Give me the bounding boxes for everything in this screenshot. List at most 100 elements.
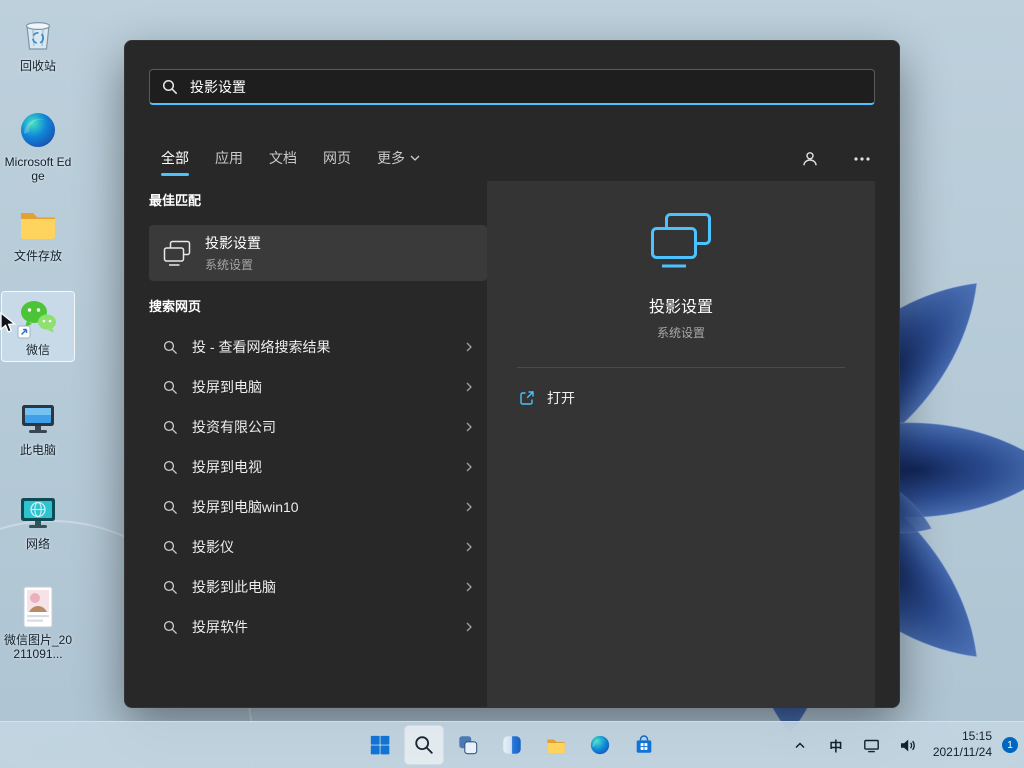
- best-match-subtitle: 系统设置: [205, 256, 261, 273]
- tab-documents[interactable]: 文档: [269, 148, 297, 176]
- volume-tray-button[interactable]: [891, 727, 925, 763]
- web-suggestion-row[interactable]: 投屏到电视: [149, 447, 487, 487]
- web-suggestion-row[interactable]: 投屏到电脑win10: [149, 487, 487, 527]
- search-panel: 全部 应用 文档 网页 更多: [124, 40, 900, 708]
- task-view-icon: [457, 734, 479, 756]
- divider: [517, 367, 845, 368]
- tray-date: 2021/11/24: [933, 745, 992, 761]
- search-icon: [163, 620, 178, 635]
- web-suggestion-row[interactable]: 投影到此电脑: [149, 567, 487, 607]
- system-tray: 中 15:15 2021/11/24 1: [783, 722, 1018, 768]
- search-icon: [413, 734, 435, 756]
- chevron-right-icon: [463, 501, 475, 513]
- network-tray-button[interactable]: [855, 727, 889, 763]
- account-icon[interactable]: [797, 146, 823, 172]
- edge-button[interactable]: [580, 725, 620, 765]
- search-icon: [163, 460, 178, 475]
- search-tabs: 全部 应用 文档 网页 更多: [161, 145, 875, 179]
- desktop-icon-recycle-bin[interactable]: 回收站: [2, 8, 74, 77]
- chevron-right-icon: [463, 461, 475, 473]
- desktop-icon-folder[interactable]: 文件存放: [2, 198, 74, 267]
- chevron-right-icon: [463, 621, 475, 633]
- ime-indicator[interactable]: 中: [819, 727, 853, 763]
- search-results: 最佳匹配 投影设置 系统设置 搜索网页: [149, 181, 875, 707]
- search-icon: [163, 420, 178, 435]
- taskbar-search-button[interactable]: [404, 725, 444, 765]
- tab-apps[interactable]: 应用: [215, 148, 243, 176]
- taskbar: 中 15:15 2021/11/24 1: [0, 721, 1024, 768]
- search-box: [149, 69, 875, 105]
- desktop-icon-label: 回收站: [20, 59, 56, 73]
- best-match-label: 最佳匹配: [149, 193, 487, 209]
- network-icon: [16, 490, 60, 534]
- desktop-icon-label: 此电脑: [20, 443, 56, 457]
- chevron-right-icon: [463, 341, 475, 353]
- search-icon: [163, 580, 178, 595]
- web-suggestion-row[interactable]: 投 - 查看网络搜索结果: [149, 327, 487, 367]
- web-suggestions: 投 - 查看网络搜索结果 投屏到电脑 投资有限公司: [149, 327, 487, 647]
- more-options-icon[interactable]: [849, 146, 875, 172]
- widgets-button[interactable]: [492, 725, 532, 765]
- tab-web[interactable]: 网页: [323, 148, 351, 176]
- web-suggestion-row[interactable]: 投屏到电脑: [149, 367, 487, 407]
- search-icon: [163, 380, 178, 395]
- preview-subtitle: 系统设置: [657, 325, 705, 341]
- search-icon: [162, 79, 178, 95]
- this-pc-icon: [16, 396, 60, 440]
- volume-icon: [899, 737, 916, 754]
- desktop-icon-this-pc[interactable]: 此电脑: [2, 392, 74, 461]
- clock[interactable]: 15:15 2021/11/24: [927, 729, 998, 760]
- notification-badge[interactable]: 1: [1002, 737, 1018, 753]
- taskbar-center: [360, 725, 664, 765]
- file-explorer-icon: [545, 734, 567, 756]
- chevron-right-icon: [463, 541, 475, 553]
- search-icon: [163, 340, 178, 355]
- store-icon: [633, 734, 655, 756]
- chevron-right-icon: [463, 381, 475, 393]
- chevron-down-icon: [410, 155, 420, 161]
- desktop-icon-label: Microsoft Edge: [2, 155, 74, 184]
- desktop-icon-label: 文件存放: [14, 249, 62, 263]
- tab-all[interactable]: 全部: [161, 148, 189, 176]
- web-suggestion-row[interactable]: 投屏软件: [149, 607, 487, 647]
- desktop-icon-image-file[interactable]: 微信图片_20211091...: [2, 582, 74, 666]
- widgets-icon: [501, 734, 523, 756]
- edge-icon: [16, 108, 60, 152]
- desktop-icon-label: 微信: [26, 343, 50, 357]
- web-suggestion-row[interactable]: 投影仪: [149, 527, 487, 567]
- web-suggestion-row[interactable]: 投资有限公司: [149, 407, 487, 447]
- search-input[interactable]: [188, 78, 862, 96]
- chevron-up-icon: [794, 740, 806, 751]
- open-button[interactable]: 打开: [487, 382, 875, 414]
- wechat-icon: [16, 296, 60, 340]
- chevron-right-icon: [463, 581, 475, 593]
- best-match-item[interactable]: 投影设置 系统设置: [149, 225, 487, 281]
- edge-icon: [589, 734, 611, 756]
- chevron-right-icon: [463, 421, 475, 433]
- start-button[interactable]: [360, 725, 400, 765]
- file-explorer-button[interactable]: [536, 725, 576, 765]
- task-view-button[interactable]: [448, 725, 488, 765]
- image-file-icon: [16, 586, 60, 630]
- hidden-icons-button[interactable]: [783, 727, 817, 763]
- preview-title: 投影设置: [649, 297, 713, 319]
- best-match-title: 投影设置: [205, 233, 261, 253]
- open-external-icon: [519, 390, 535, 406]
- mouse-cursor: [0, 312, 18, 334]
- desktop-icon-edge[interactable]: Microsoft Edge: [2, 104, 74, 188]
- projection-icon-large: [648, 211, 714, 271]
- tray-time: 15:15: [962, 729, 992, 745]
- desktop: 回收站 Microsoft Edge 文件存放: [0, 0, 1024, 768]
- recycle-bin-icon: [16, 12, 60, 56]
- network-icon: [863, 737, 880, 754]
- desktop-icon-label: 微信图片_20211091...: [2, 633, 74, 662]
- search-icon: [163, 540, 178, 555]
- results-column: 最佳匹配 投影设置 系统设置 搜索网页: [149, 181, 487, 707]
- tab-more[interactable]: 更多: [377, 148, 420, 176]
- projection-icon: [163, 240, 191, 267]
- folder-icon: [16, 202, 60, 246]
- store-button[interactable]: [624, 725, 664, 765]
- desktop-icon-label: 网络: [26, 537, 50, 551]
- desktop-icon-network[interactable]: 网络: [2, 486, 74, 555]
- preview-pane: 投影设置 系统设置 打开: [487, 181, 875, 707]
